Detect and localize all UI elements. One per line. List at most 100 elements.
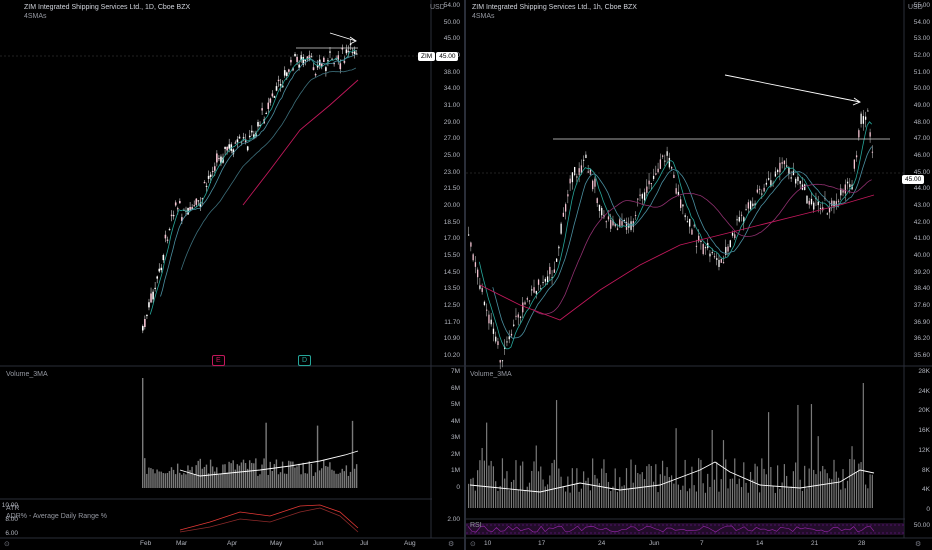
dividend-badge[interactable]: D: [298, 355, 312, 366]
candle-body: [808, 200, 810, 205]
candle-body: [472, 254, 474, 261]
volume-bar: [267, 474, 269, 488]
volume-bar: [214, 471, 216, 488]
volume-bar: [711, 430, 713, 508]
volume-bar: [468, 483, 470, 508]
left-price-tick-label: 20.00: [443, 202, 460, 209]
volume-bar: [553, 459, 555, 508]
candle-body: [495, 336, 497, 342]
candle-body: [277, 79, 280, 82]
volume-bar: [501, 458, 504, 508]
atr-tick-label: 6.00: [5, 530, 18, 537]
volume-bar: [156, 469, 158, 488]
candle-body: [849, 184, 851, 188]
sma-30-line: [533, 179, 872, 315]
volume-bar: [689, 488, 691, 508]
right-settings-gear-icon[interactable]: ⚙: [915, 540, 921, 548]
volume-bar: [702, 483, 704, 508]
right-chart-indicator[interactable]: 4SMAs: [472, 13, 495, 20]
candle-body: [211, 170, 214, 172]
candle-body: [174, 202, 177, 206]
candle-body: [745, 209, 747, 211]
volume-bar: [327, 466, 329, 488]
right-price-tick-label: 51.00: [913, 68, 930, 76]
volume-bar: [767, 412, 770, 508]
earnings-badge[interactable]: E: [212, 355, 225, 366]
goto-icon[interactable]: ⊙: [470, 540, 476, 548]
chart-canvas[interactable]: [0, 0, 932, 550]
candle-body: [515, 315, 517, 317]
volume-bar: [571, 468, 573, 508]
volume-bar: [269, 461, 271, 488]
candle-body: [481, 288, 483, 292]
right-time-axis[interactable]: 10 17 24 Jun 7 14 21 28: [466, 539, 906, 550]
candle-body: [261, 108, 263, 111]
candle-body: [248, 135, 251, 138]
candle-body: [154, 287, 156, 289]
volume-bar: [657, 492, 659, 508]
candle-body: [855, 155, 858, 158]
candle-body: [497, 341, 499, 346]
candle-body: [203, 181, 206, 184]
right-volume-title[interactable]: Volume_3MA: [470, 371, 512, 378]
volume-bar: [826, 473, 828, 508]
candle-body: [279, 84, 282, 86]
candle-body: [846, 181, 849, 184]
volume-bar: [718, 491, 720, 508]
candle-body: [711, 252, 713, 254]
volume-bar: [218, 474, 220, 488]
volume-bar: [860, 462, 862, 508]
rsi-title[interactable]: RSI: [470, 522, 482, 529]
volume-bar: [603, 459, 605, 508]
candle-body: [474, 262, 477, 267]
volume-bar: [228, 461, 230, 488]
candle-body: [142, 326, 144, 331]
candle-body: [238, 136, 241, 139]
volume-bar: [302, 462, 304, 488]
left-time-label: Aug: [404, 540, 416, 547]
left-volume-axis[interactable]: 7M 6M 5M 4M 3M 2M 1M 0: [432, 366, 462, 498]
right-volume-axis[interactable]: 28K 24K 20K 16K 12K 8K 4K 0: [905, 366, 932, 518]
candle-body: [607, 216, 610, 220]
left-volume-title[interactable]: Volume_3MA: [6, 371, 48, 378]
right-price-tick-label: 38.40: [913, 285, 930, 293]
candle-body: [327, 60, 329, 62]
candle-body: [347, 50, 350, 52]
volume-bar: [844, 488, 846, 508]
right-time-label: 10: [484, 540, 492, 547]
volume-bar: [567, 476, 569, 508]
left-chart-indicator[interactable]: 4SMAs: [24, 13, 47, 20]
volume-bar: [833, 459, 835, 508]
volume-bar: [314, 472, 317, 488]
volume-bar: [549, 475, 551, 508]
volume-bar: [162, 473, 164, 488]
right-price-tick-label: 41.00: [913, 235, 930, 243]
volume-bar: [607, 481, 610, 508]
timezone-icon[interactable]: ⊙: [4, 540, 10, 548]
volume-bar: [846, 480, 849, 508]
volume-bar: [698, 458, 700, 508]
volume-bar: [808, 468, 810, 508]
right-volume-tick-label: 28K: [918, 368, 930, 375]
volume-bar: [347, 475, 350, 488]
candle-body: [720, 258, 722, 263]
volume-bar: [248, 460, 251, 488]
volume-bar: [166, 472, 169, 488]
candle-body: [788, 167, 790, 174]
left-time-axis[interactable]: Feb Mar Apr May Jun Jul Aug: [0, 539, 430, 550]
settings-gear-icon[interactable]: ⚙: [448, 540, 454, 548]
candle-body: [790, 177, 792, 179]
candle-body: [144, 318, 146, 328]
volume-bar: [770, 467, 772, 508]
candle-body: [610, 219, 612, 229]
left-volume-tick-label: 7M: [450, 368, 460, 375]
candle-body: [666, 151, 668, 156]
left-price-tick-label: 10.20: [443, 352, 460, 359]
volume-bar: [752, 479, 754, 508]
candle-body: [722, 262, 725, 264]
volume-bar: [623, 485, 625, 508]
candle-body: [343, 60, 346, 63]
volume-bar: [522, 461, 524, 508]
adr-title[interactable]: ADR% - Average Daily Range %: [6, 513, 107, 520]
volume-bar: [643, 479, 646, 508]
